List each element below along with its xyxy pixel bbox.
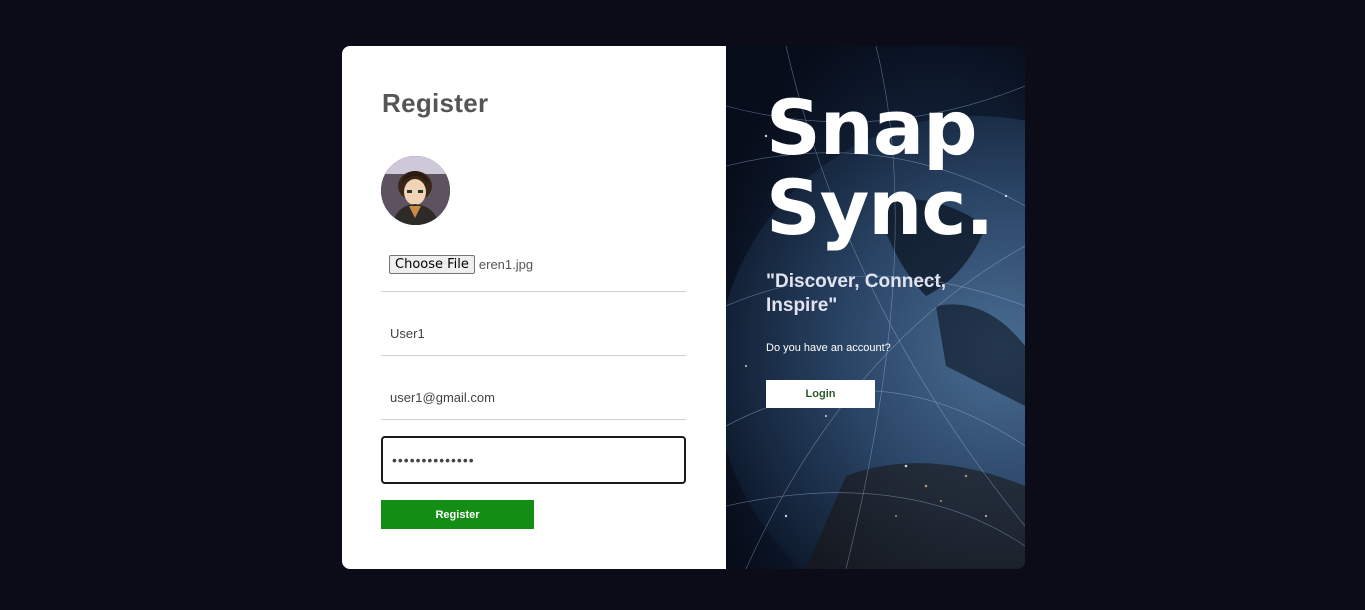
file-upload: Choose File eren1.jpg bbox=[381, 248, 686, 292]
register-title: Register bbox=[382, 88, 489, 118]
username-input[interactable] bbox=[381, 312, 686, 356]
register-panel: Register Choose File eren1.jpg Register bbox=[342, 46, 726, 569]
choose-file-button[interactable]: Choose File bbox=[389, 255, 475, 274]
login-button[interactable]: Login bbox=[766, 380, 875, 408]
avatar-image bbox=[381, 156, 450, 225]
file-name: eren1.jpg bbox=[478, 257, 534, 272]
register-button[interactable]: Register bbox=[381, 500, 534, 529]
auth-card: Register Choose File eren1.jpg Register bbox=[342, 46, 1025, 569]
promo-panel: Snap Sync. "Discover, Connect, Inspire" … bbox=[726, 46, 1025, 569]
account-question: Do you have an account? bbox=[766, 342, 891, 354]
brand-line-1: Snap bbox=[766, 83, 978, 172]
password-input[interactable] bbox=[381, 436, 686, 484]
brand-title: Snap Sync. bbox=[766, 83, 994, 252]
tagline: "Discover, Connect, Inspire" bbox=[766, 271, 947, 316]
avatar bbox=[381, 156, 450, 225]
email-input[interactable] bbox=[381, 376, 686, 420]
brand-line-2: Sync. bbox=[766, 163, 994, 252]
